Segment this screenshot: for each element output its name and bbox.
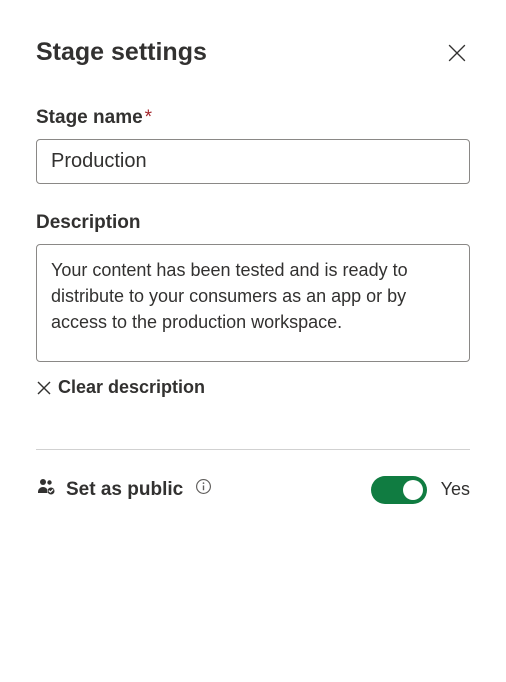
- set-as-public-text: Set as public: [66, 479, 183, 500]
- stage-name-input[interactable]: [36, 139, 470, 184]
- clear-description-label: Clear description: [58, 377, 205, 398]
- close-icon: [448, 44, 466, 62]
- set-as-public-label: Set as public: [66, 478, 212, 501]
- set-as-public-toggle[interactable]: [371, 476, 427, 504]
- stage-name-label: Stage name*: [36, 107, 470, 129]
- people-icon: [36, 477, 56, 502]
- stage-name-label-text: Stage name: [36, 107, 143, 128]
- toggle-thumb: [403, 480, 423, 500]
- toggle-state-label: Yes: [441, 479, 470, 500]
- info-icon[interactable]: [195, 478, 212, 495]
- clear-description-button[interactable]: Clear description: [36, 377, 205, 398]
- close-button[interactable]: [444, 40, 470, 66]
- description-textarea[interactable]: [36, 244, 470, 362]
- divider: [36, 449, 470, 450]
- close-icon: [36, 380, 52, 396]
- panel-title: Stage settings: [36, 38, 207, 67]
- description-label: Description: [36, 212, 470, 234]
- required-asterisk: *: [145, 107, 152, 128]
